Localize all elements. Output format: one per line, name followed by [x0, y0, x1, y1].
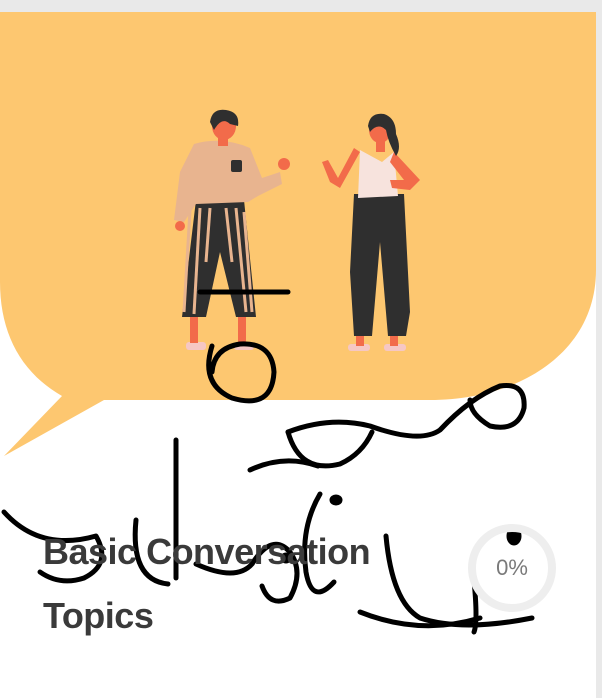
- lesson-title: Basic Conversation Topics: [43, 531, 371, 636]
- progress-percent: 0%: [496, 555, 528, 580]
- lesson-card[interactable]: Basic Conversation Topics 0%: [0, 12, 596, 698]
- scroll-gutter: [596, 12, 602, 698]
- progress-ring: 0%: [466, 522, 558, 614]
- speech-bubble-shape: [0, 12, 596, 456]
- top-bar: [0, 0, 602, 12]
